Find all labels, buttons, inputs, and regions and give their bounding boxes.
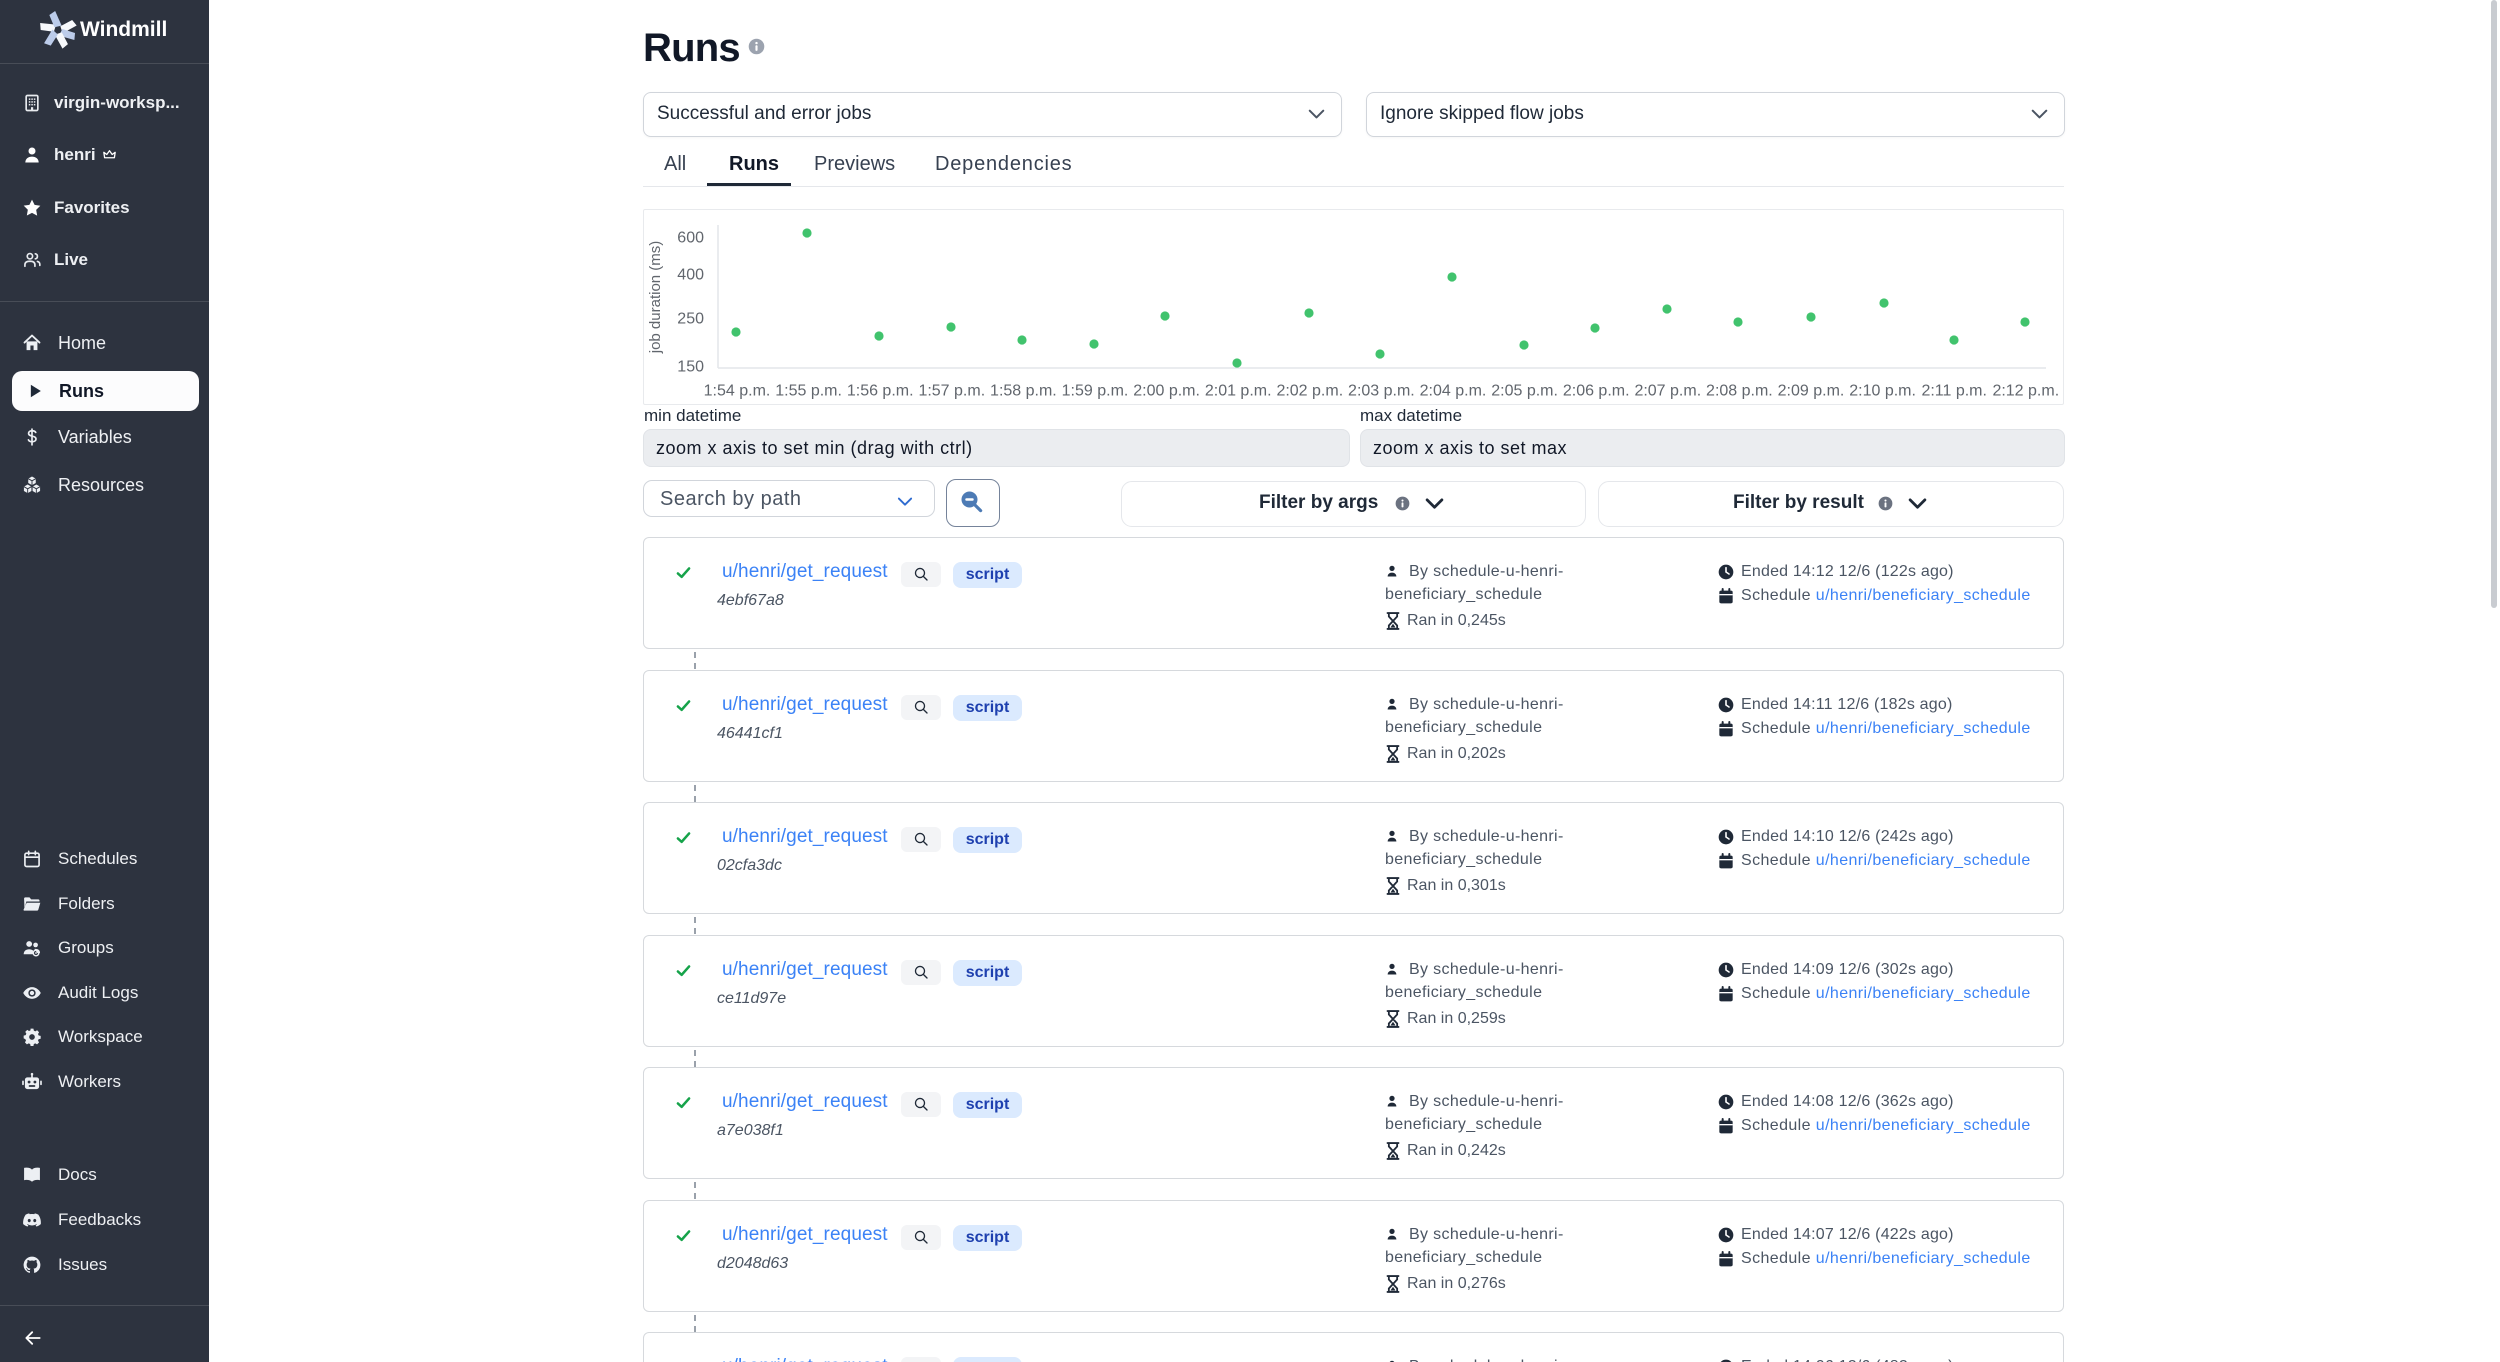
svg-text:1:54 p.m.: 1:54 p.m. [704, 383, 771, 400]
svg-text:1:56 p.m.: 1:56 p.m. [847, 383, 914, 400]
svg-text:250: 250 [677, 311, 704, 328]
svg-text:2:12 p.m.: 2:12 p.m. [1992, 383, 2059, 400]
svg-text:2:06 p.m.: 2:06 p.m. [1563, 383, 1630, 400]
svg-text:1:55 p.m.: 1:55 p.m. [775, 383, 842, 400]
svg-text:2:02 p.m.: 2:02 p.m. [1276, 383, 1343, 400]
svg-text:600: 600 [677, 230, 704, 247]
svg-text:1:57 p.m.: 1:57 p.m. [918, 383, 985, 400]
svg-text:2:09 p.m.: 2:09 p.m. [1778, 383, 1845, 400]
svg-text:job duration (ms): job duration (ms) [647, 241, 664, 355]
svg-text:400: 400 [677, 267, 704, 284]
svg-text:2:10 p.m.: 2:10 p.m. [1849, 383, 1916, 400]
svg-text:2:08 p.m.: 2:08 p.m. [1706, 383, 1773, 400]
svg-text:2:00 p.m.: 2:00 p.m. [1133, 383, 1200, 400]
svg-text:2:04 p.m.: 2:04 p.m. [1420, 383, 1487, 400]
svg-text:150: 150 [677, 359, 704, 376]
svg-text:2:01 p.m.: 2:01 p.m. [1205, 383, 1272, 400]
svg-text:1:58 p.m.: 1:58 p.m. [990, 383, 1057, 400]
svg-text:2:07 p.m.: 2:07 p.m. [1634, 383, 1701, 400]
svg-text:2:11 p.m.: 2:11 p.m. [1921, 383, 1987, 400]
svg-text:1:59 p.m.: 1:59 p.m. [1062, 383, 1129, 400]
svg-text:2:05 p.m.: 2:05 p.m. [1491, 383, 1558, 400]
svg-text:2:03 p.m.: 2:03 p.m. [1348, 383, 1415, 400]
